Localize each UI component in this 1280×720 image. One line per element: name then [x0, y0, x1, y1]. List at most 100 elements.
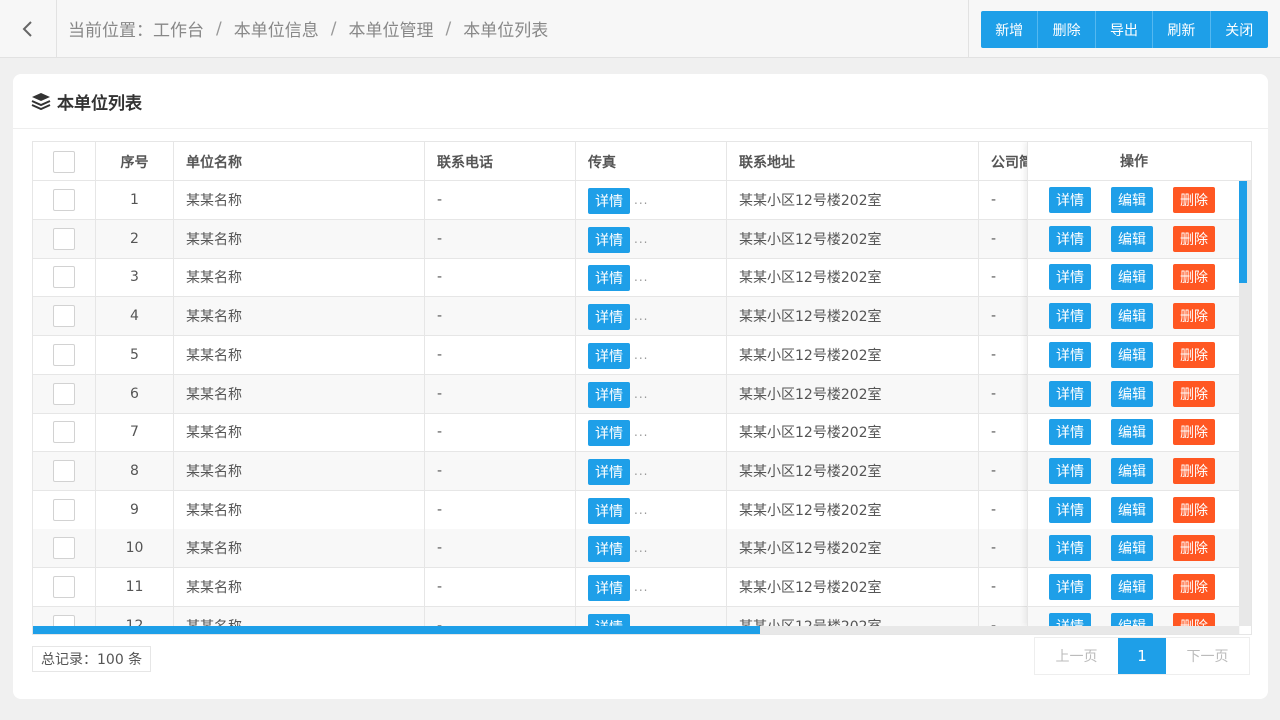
row-phone: - — [425, 258, 576, 297]
row-fax-cell: 详情... — [576, 181, 727, 219]
action-row: 详情编辑删除 — [1028, 529, 1240, 569]
row-phone: - — [425, 529, 576, 568]
breadcrumb-unit-info[interactable]: 本单位信息 — [234, 16, 319, 41]
detail-button[interactable]: 详情 — [1049, 535, 1091, 562]
export-button[interactable]: 导出 — [1095, 11, 1154, 48]
breadcrumb-unit-list: 本单位列表 — [463, 21, 549, 41]
data-table: 序号 单位名称 联系电话 传真 联系地址 公司简介 1 某某名称 - 详情... 某某小… — [32, 141, 1252, 635]
header-index: 序号 — [96, 142, 174, 181]
detail-button[interactable]: 详情 — [1049, 264, 1091, 291]
edit-button[interactable]: 编辑 — [1111, 419, 1153, 446]
edit-button[interactable]: 编辑 — [1111, 380, 1153, 407]
row-address: 某某小区12号楼202室 — [727, 490, 979, 529]
refresh-button[interactable]: 刷新 — [1153, 11, 1211, 48]
fax-detail-button[interactable]: 详情 — [588, 575, 630, 601]
select-all-checkbox[interactable] — [53, 150, 75, 173]
vertical-scrollbar-thumb[interactable] — [1239, 181, 1247, 283]
row-checkbox[interactable] — [53, 576, 75, 598]
row-unit-name: 某某名称 — [174, 297, 425, 336]
fax-ellipsis: ... — [634, 541, 649, 556]
fax-detail-button[interactable]: 详情 — [588, 497, 630, 524]
row-address: 某某小区12号楼202室 — [727, 529, 979, 568]
row-address: 某某小区12号楼202室 — [727, 181, 979, 219]
row-delete-button[interactable]: 删除 — [1173, 380, 1215, 407]
fax-detail-button[interactable]: 详情 — [588, 381, 630, 408]
row-index: 1 — [96, 181, 174, 219]
detail-button[interactable]: 详情 — [1049, 341, 1091, 368]
prev-page-button[interactable]: 上一页 — [1035, 638, 1118, 674]
back-button[interactable] — [0, 0, 57, 57]
row-checkbox[interactable] — [53, 537, 75, 560]
row-checkbox[interactable] — [53, 227, 75, 250]
fax-detail-button[interactable]: 详情 — [588, 265, 630, 292]
edit-button[interactable]: 编辑 — [1111, 264, 1153, 291]
row-delete-button[interactable]: 删除 — [1173, 225, 1215, 252]
fax-detail-button[interactable]: 详情 — [588, 536, 630, 563]
edit-button[interactable]: 编辑 — [1111, 574, 1153, 600]
horizontal-scrollbar-thumb[interactable] — [33, 626, 760, 634]
detail-button[interactable]: 详情 — [1049, 574, 1091, 600]
action-row: 详情编辑删除 — [1028, 219, 1240, 259]
fax-detail-button[interactable]: 详情 — [588, 420, 630, 447]
fax-detail-button[interactable]: 详情 — [588, 304, 630, 331]
row-select-cell — [33, 258, 96, 297]
row-fax-cell: 详情... — [576, 297, 727, 336]
row-checkbox[interactable] — [53, 382, 75, 405]
fax-detail-button[interactable]: 详情 — [588, 188, 630, 214]
detail-button[interactable]: 详情 — [1049, 457, 1091, 484]
row-delete-button[interactable]: 删除 — [1173, 496, 1215, 523]
row-fax-cell: 详情... — [576, 529, 727, 568]
edit-button[interactable]: 编辑 — [1111, 225, 1153, 252]
header-address[interactable]: 联系地址 — [727, 142, 979, 181]
row-select-cell — [33, 529, 96, 568]
action-row: 详情编辑删除 — [1028, 451, 1240, 491]
detail-button[interactable]: 详情 — [1049, 303, 1091, 330]
detail-button[interactable]: 详情 — [1049, 380, 1091, 407]
row-delete-button[interactable]: 删除 — [1173, 419, 1215, 446]
row-checkbox[interactable] — [53, 421, 75, 444]
edit-button[interactable]: 编辑 — [1111, 457, 1153, 484]
page-number-current[interactable]: 1 — [1118, 638, 1166, 674]
detail-button[interactable]: 详情 — [1049, 187, 1091, 213]
edit-button[interactable]: 编辑 — [1111, 535, 1153, 562]
close-button[interactable]: 关闭 — [1210, 11, 1268, 48]
detail-button[interactable]: 详情 — [1049, 496, 1091, 523]
row-delete-button[interactable]: 删除 — [1173, 303, 1215, 330]
action-row: 详情编辑删除 — [1028, 568, 1240, 607]
row-checkbox[interactable] — [53, 266, 75, 289]
header-phone[interactable]: 联系电话 — [425, 142, 576, 181]
row-delete-button[interactable]: 删除 — [1173, 264, 1215, 291]
row-checkbox[interactable] — [53, 498, 75, 521]
row-delete-button[interactable]: 删除 — [1173, 341, 1215, 368]
row-checkbox[interactable] — [53, 459, 75, 482]
row-select-cell — [33, 297, 96, 336]
fax-detail-button[interactable]: 详情 — [588, 342, 630, 369]
row-index: 7 — [96, 413, 174, 452]
row-checkbox[interactable] — [53, 305, 75, 328]
row-checkbox[interactable] — [53, 189, 75, 211]
row-delete-button[interactable]: 删除 — [1173, 457, 1215, 484]
row-select-cell — [33, 335, 96, 374]
edit-button[interactable]: 编辑 — [1111, 496, 1153, 523]
row-unit-name: 某某名称 — [174, 568, 425, 606]
row-unit-name: 某某名称 — [174, 181, 425, 219]
breadcrumb-location[interactable]: 当前位置：工作台 — [68, 16, 204, 41]
row-checkbox[interactable] — [53, 343, 75, 366]
breadcrumb-unit-manage[interactable]: 本单位管理 — [348, 16, 433, 41]
delete-button[interactable]: 删除 — [1038, 11, 1096, 48]
row-delete-button[interactable]: 删除 — [1173, 535, 1215, 562]
row-delete-button[interactable]: 删除 — [1173, 574, 1215, 600]
next-page-button[interactable]: 下一页 — [1166, 638, 1249, 674]
edit-button[interactable]: 编辑 — [1111, 341, 1153, 368]
detail-button[interactable]: 详情 — [1049, 419, 1091, 446]
edit-button[interactable]: 编辑 — [1111, 187, 1153, 213]
add-button[interactable]: 新增 — [981, 11, 1039, 48]
header-name[interactable]: 单位名称 — [174, 142, 425, 181]
header-fax[interactable]: 传真 — [576, 142, 727, 181]
fax-detail-button[interactable]: 详情 — [588, 458, 630, 485]
detail-button[interactable]: 详情 — [1049, 225, 1091, 252]
fax-detail-button[interactable]: 详情 — [588, 226, 630, 253]
row-delete-button[interactable]: 删除 — [1173, 187, 1215, 213]
edit-button[interactable]: 编辑 — [1111, 303, 1153, 330]
row-select-cell — [33, 219, 96, 258]
